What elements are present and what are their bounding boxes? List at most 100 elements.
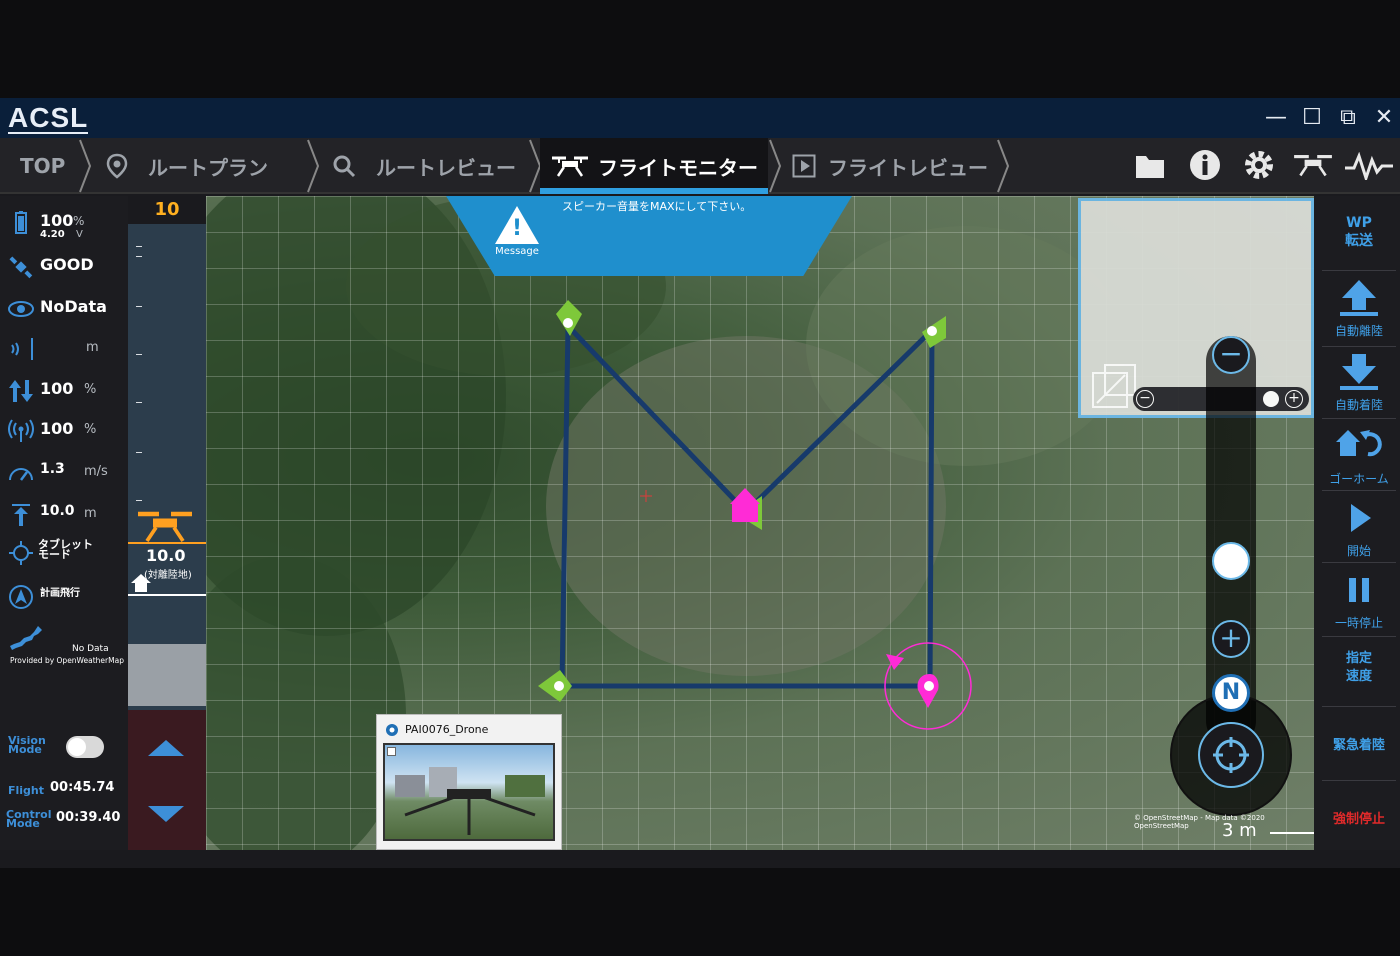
home-return-icon: [1336, 430, 1382, 457]
set-speed-button[interactable]: 指定 速度: [1322, 650, 1396, 686]
expand-icon[interactable]: [1091, 363, 1137, 409]
auto-takeoff-label: 自動離陸: [1334, 324, 1383, 338]
waypoint-marker[interactable]: [556, 300, 582, 336]
gauge-tick: [136, 452, 142, 453]
crosshair-mode-icon: [9, 541, 33, 565]
throttle-value: 100: [40, 379, 74, 398]
vision-status: NoData: [40, 297, 107, 316]
pause-label: 一時停止: [1334, 616, 1383, 630]
gear-icon[interactable]: [1242, 148, 1276, 182]
recenter-button[interactable]: [1198, 722, 1264, 788]
eye-icon: [8, 301, 34, 317]
minimap-zoom-thumb[interactable]: [1263, 391, 1279, 407]
minimize-button[interactable]: —: [1262, 104, 1290, 132]
minimap-zoom-out[interactable]: −: [1136, 390, 1154, 408]
satellite-icon: [9, 256, 33, 279]
zoom-out-button[interactable]: −: [1212, 336, 1250, 374]
up-down-arrows-icon: [9, 380, 33, 402]
battery-voltage-unit: V: [76, 229, 83, 240]
altitude-value: 10.0: [40, 503, 75, 519]
tab-top[interactable]: TOP: [20, 138, 65, 194]
waypoint-marker[interactable]: [538, 670, 572, 702]
drone-marker-icon: [138, 511, 192, 543]
battery-percent: 100: [40, 211, 74, 230]
tab-route-review-label: ルートレビュー: [376, 155, 516, 180]
altitude-arrow-icon: [12, 504, 30, 526]
battery-percent-unit: %: [73, 214, 85, 228]
start-button[interactable]: 開始: [1322, 498, 1396, 559]
tablet-mode-row: タブレット モード: [0, 538, 128, 572]
altitude-up-button[interactable]: [146, 738, 186, 758]
folder-icon[interactable]: [1134, 152, 1166, 180]
map-pin-icon: [106, 153, 128, 179]
auto-takeoff-button[interactable]: 自動離陸: [1322, 278, 1396, 339]
camera-preview[interactable]: PAI0076_Drone: [376, 714, 562, 850]
tab-route-plan[interactable]: ルートプラン: [106, 138, 268, 194]
gauge-max-value: 10: [128, 196, 206, 224]
auto-landing-button[interactable]: 自動着陸: [1322, 352, 1396, 413]
map-scale-label: 3 m: [1222, 820, 1257, 841]
panel-divider: [1322, 346, 1396, 347]
close-button[interactable]: ✕: [1370, 104, 1398, 132]
gauge-tick: [136, 306, 142, 307]
vision-mode-toggle[interactable]: [66, 736, 104, 758]
minimap-zoom-in[interactable]: +: [1285, 390, 1303, 408]
toggle-knob: [68, 738, 86, 756]
panel-divider: [1322, 270, 1396, 271]
waveform-icon[interactable]: [1344, 152, 1394, 180]
message-label: Message: [495, 246, 539, 257]
wp-transfer-button[interactable]: WP 転送: [1322, 214, 1396, 250]
signal-icon: [8, 419, 34, 442]
altitude-down-button[interactable]: [146, 804, 186, 824]
tab-flight-review[interactable]: フライトレビュー: [792, 138, 988, 194]
gps-status: GOOD: [40, 255, 94, 274]
camera-title: PAI0076_Drone: [405, 723, 489, 736]
go-home-label: ゴーホーム: [1329, 472, 1389, 486]
arrow-down-icon: [1340, 354, 1378, 390]
warning-icon: ! Message: [492, 206, 542, 260]
info-icon[interactable]: [1188, 148, 1222, 182]
map-view[interactable]: スピーカー音量をMAXにして下さい。 ! Message − + − + N ©…: [206, 196, 1314, 850]
waypoint-marker[interactable]: [922, 316, 946, 348]
gauge-tick: [136, 256, 142, 257]
gauge-control-area: [128, 710, 206, 850]
zoom-in-button[interactable]: +: [1212, 620, 1250, 658]
tab-flight-monitor[interactable]: フライトモニター: [540, 138, 768, 194]
north-indicator[interactable]: N: [1212, 674, 1250, 712]
plan-flight-row: 計画飛行: [0, 582, 128, 612]
signal-row: 100 %: [0, 416, 128, 446]
pause-button[interactable]: 一時停止: [1322, 570, 1396, 631]
tab-route-plan-label: ルートプラン: [148, 155, 268, 180]
distance-row: m: [0, 334, 128, 364]
battery-row: 100 % 4.20 V: [0, 208, 128, 240]
home-point-icon: [730, 488, 760, 522]
emergency-landing-button[interactable]: 緊急着陸: [1322, 734, 1396, 753]
app-logo: ACSL: [8, 102, 89, 133]
telemetry-panel: 100 % 4.20 V GOOD NoData m 100 % 100 % 1…: [0, 196, 128, 850]
altitude-unit: m: [84, 506, 97, 521]
tab-separator: [307, 139, 320, 193]
gauge-current-line: [128, 542, 206, 544]
go-home-button[interactable]: ゴーホーム: [1322, 426, 1396, 487]
gauge-tick: [136, 402, 142, 403]
throttle-unit: %: [84, 382, 97, 397]
flight-time: 00:45.74: [50, 780, 115, 795]
search-icon: [333, 155, 356, 178]
gauge-tick: [136, 354, 142, 355]
command-panel: WP 転送 自動離陸 自動着陸 ゴーホーム 開始 一時停止 指定 速度 緊急着陸…: [1314, 196, 1400, 850]
tab-route-review[interactable]: ルートレビュー: [332, 138, 516, 194]
signal-unit: %: [84, 422, 97, 437]
maximize-button[interactable]: ☐: [1298, 104, 1326, 132]
drone-icon[interactable]: [1292, 152, 1334, 178]
zoom-slider-thumb[interactable]: [1212, 542, 1250, 580]
start-label: 開始: [1346, 544, 1371, 558]
minimap[interactable]: − +: [1078, 198, 1314, 418]
force-stop-label: 強制停止: [1332, 812, 1385, 827]
panel-divider: [1322, 418, 1396, 419]
restore-button[interactable]: ⧉: [1334, 104, 1362, 132]
camera-checkbox[interactable]: [387, 747, 396, 756]
force-stop-button[interactable]: 強制停止: [1322, 808, 1396, 827]
battery-voltage: 4.20: [40, 229, 65, 240]
signal-value: 100: [40, 419, 74, 438]
vision-row: NoData: [0, 294, 128, 324]
